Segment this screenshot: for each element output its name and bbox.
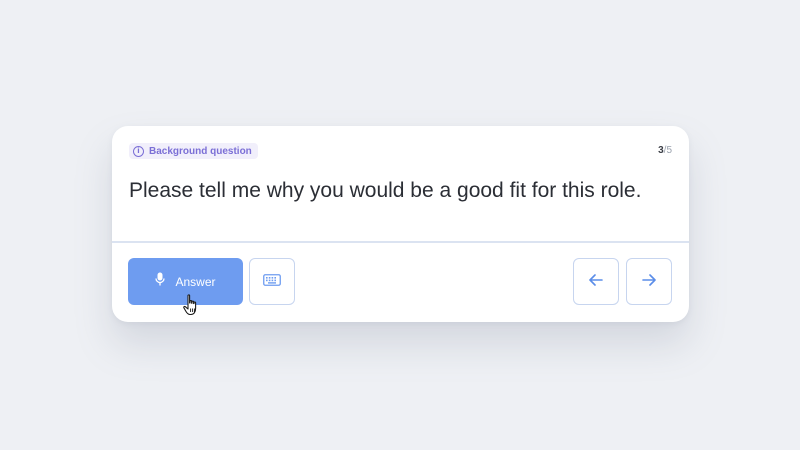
question-text: Please tell me why you would be a good f… <box>129 179 642 202</box>
counter-total: 5 <box>666 145 672 156</box>
microphone-icon <box>155 272 166 291</box>
answer-label: Answer <box>175 274 216 289</box>
keyboard-icon <box>263 273 281 291</box>
previous-button[interactable] <box>573 258 619 305</box>
question-type-label: Background question <box>149 145 252 157</box>
arrow-left-icon <box>589 273 603 291</box>
arrow-right-icon <box>642 273 656 291</box>
question-counter: 3/5 <box>658 145 672 156</box>
divider <box>112 241 689 243</box>
hand-pointer-cursor-icon <box>183 294 201 321</box>
next-button[interactable] <box>626 258 672 305</box>
question-card: i Background question 3/5 Please tell me… <box>112 126 689 322</box>
question-type-tag: i Background question <box>129 143 258 159</box>
keyboard-button[interactable] <box>249 258 295 305</box>
info-icon: i <box>133 145 144 157</box>
